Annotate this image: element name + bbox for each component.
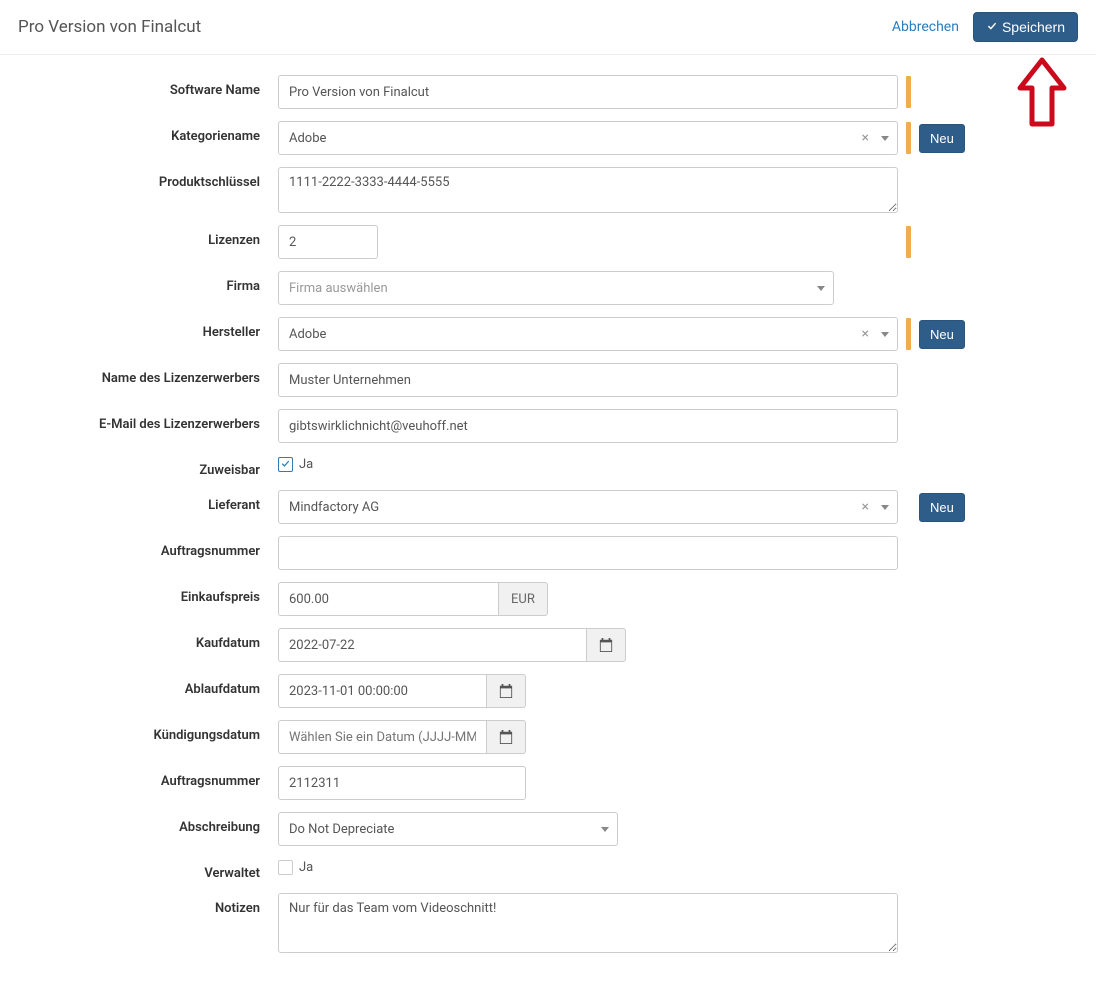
cancel-link[interactable]: Abbrechen: [892, 19, 959, 35]
check-icon: [280, 459, 291, 470]
expiry-date-input[interactable]: [278, 674, 486, 708]
clear-icon[interactable]: ×: [858, 130, 873, 146]
label-termination-date: Kündigungsdatum: [18, 720, 278, 743]
manufacturer-select[interactable]: Adobe ×: [278, 317, 898, 351]
label-expiry-date: Ablaufdatum: [18, 674, 278, 697]
company-select[interactable]: Firma auswählen: [278, 271, 834, 305]
required-indicator: [906, 122, 911, 154]
supplier-select[interactable]: Mindfactory AG ×: [278, 490, 898, 524]
chevron-down-icon: [881, 136, 889, 141]
check-icon: [986, 21, 998, 33]
header-actions: Abbrechen Speichern: [892, 12, 1078, 42]
currency-addon: EUR: [498, 582, 548, 616]
calendar-icon[interactable]: [486, 720, 526, 754]
software-name-input[interactable]: [278, 75, 898, 109]
licensee-name-input[interactable]: [278, 363, 898, 397]
save-button-label: Speichern: [1002, 19, 1065, 35]
assignable-checkbox[interactable]: [278, 457, 293, 472]
product-key-input[interactable]: [278, 167, 898, 213]
assignable-label: Ja: [299, 457, 313, 472]
new-category-button[interactable]: Neu: [919, 124, 965, 153]
required-indicator: [906, 226, 911, 258]
label-order-number2: Auftragsnummer: [18, 766, 278, 789]
depreciation-select-value: Do Not Depreciate: [289, 822, 394, 837]
label-supplier: Lieferant: [18, 490, 278, 513]
label-notes: Notizen: [18, 893, 278, 916]
managed-checkbox[interactable]: [278, 860, 293, 875]
label-managed: Verwaltet: [18, 858, 278, 881]
label-product-key: Produktschlüssel: [18, 167, 278, 190]
label-licenses: Lizenzen: [18, 225, 278, 248]
calendar-icon[interactable]: [586, 628, 626, 662]
licensee-email-input[interactable]: [278, 409, 898, 443]
label-software-name: Software Name: [18, 75, 278, 98]
label-depreciation: Abschreibung: [18, 812, 278, 835]
save-button[interactable]: Speichern: [973, 12, 1078, 42]
label-purchase-price: Einkaufspreis: [18, 582, 278, 605]
purchase-price-input[interactable]: [278, 582, 498, 616]
required-indicator: [906, 76, 911, 108]
order-number-input[interactable]: [278, 536, 898, 570]
licenses-input[interactable]: [278, 225, 378, 259]
form: Software Name Kategoriename Adobe × Neu …: [0, 55, 1096, 995]
label-category: Kategoriename: [18, 121, 278, 144]
clear-icon[interactable]: ×: [858, 499, 873, 515]
managed-label: Ja: [299, 860, 313, 875]
clear-icon[interactable]: ×: [858, 326, 873, 342]
label-purchase-date: Kaufdatum: [18, 628, 278, 651]
label-licensee-name: Name des Lizenzerwerbers: [18, 363, 278, 386]
category-select[interactable]: Adobe ×: [278, 121, 898, 155]
label-manufacturer: Hersteller: [18, 317, 278, 340]
order-number2-input[interactable]: [278, 766, 526, 800]
label-company: Firma: [18, 271, 278, 294]
label-assignable: Zuweisbar: [18, 455, 278, 478]
supplier-select-value: Mindfactory AG: [289, 500, 379, 515]
chevron-down-icon: [817, 286, 825, 291]
header: Pro Version von Finalcut Abbrechen Speic…: [0, 0, 1096, 55]
label-order-number: Auftragsnummer: [18, 536, 278, 559]
termination-date-input[interactable]: [278, 720, 486, 754]
required-indicator: [906, 318, 911, 350]
label-licensee-email: E-Mail des Lizenzerwerbers: [18, 409, 278, 432]
page-title: Pro Version von Finalcut: [18, 17, 201, 37]
calendar-icon[interactable]: [486, 674, 526, 708]
chevron-down-icon: [601, 827, 609, 832]
new-manufacturer-button[interactable]: Neu: [919, 320, 965, 349]
new-supplier-button[interactable]: Neu: [919, 493, 965, 522]
manufacturer-select-value: Adobe: [289, 327, 326, 342]
category-select-value: Adobe: [289, 131, 326, 146]
notes-input[interactable]: [278, 893, 898, 953]
purchase-date-input[interactable]: [278, 628, 586, 662]
chevron-down-icon: [881, 505, 889, 510]
chevron-down-icon: [881, 332, 889, 337]
company-select-placeholder: Firma auswählen: [289, 281, 388, 296]
depreciation-select[interactable]: Do Not Depreciate: [278, 812, 618, 846]
